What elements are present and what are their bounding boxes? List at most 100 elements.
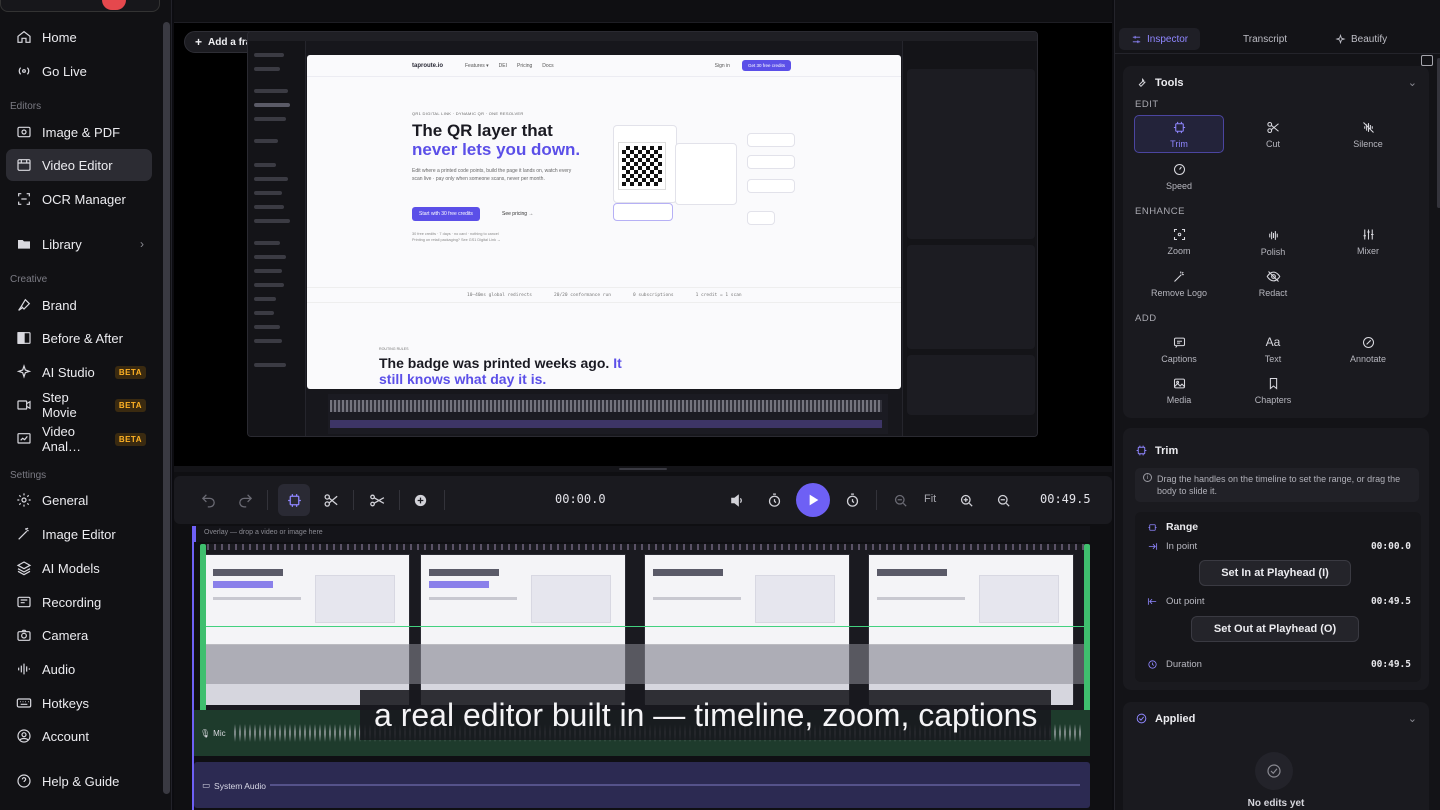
sidebar-item-go-live[interactable]: Go Live <box>6 55 152 87</box>
tool-polish[interactable]: Polish <box>1228 223 1318 261</box>
tool-mixer[interactable]: Mixer <box>1323 222 1413 260</box>
redo-button[interactable] <box>229 484 261 516</box>
layers-icon <box>16 560 32 576</box>
frame-sidebar <box>248 41 306 436</box>
sidebar-item-camera[interactable]: Camera <box>6 619 152 651</box>
webpage-kicker-2: ROUTING RULES <box>379 347 409 351</box>
section-label-settings: Settings <box>10 470 47 481</box>
tab-inspector[interactable]: Inspector <box>1119 28 1201 50</box>
zoom-in-button[interactable] <box>950 484 982 516</box>
applied-card: Applied ⌄ No edits yet <box>1123 702 1429 810</box>
tool-chapters[interactable]: Chapters <box>1228 371 1318 409</box>
zoom-to-selection-button[interactable] <box>987 484 1019 516</box>
tool-cut[interactable]: Cut <box>1228 115 1318 153</box>
captions-icon <box>1173 337 1185 348</box>
timeline-playhead[interactable] <box>192 526 194 810</box>
tab-transcript[interactable]: Transcript <box>1231 28 1299 50</box>
sidebar-item-video-editor[interactable]: Video Editor <box>6 149 152 181</box>
in-point-row: In point 00:00.0 <box>1147 541 1411 552</box>
sidebar-item-label: Help & Guide <box>42 773 120 789</box>
video-track[interactable] <box>200 544 1090 712</box>
sidebar-item-step-movie[interactable]: Step Movie BETA <box>6 389 152 421</box>
beta-badge: BETA <box>114 398 146 412</box>
sidebar-item-ocr-manager[interactable]: OCR Manager <box>6 183 152 215</box>
duration-row: Duration 00:49.5 <box>1147 659 1411 670</box>
sidebar-item-ai-models[interactable]: AI Models <box>6 552 152 584</box>
tool-redact[interactable]: Redact <box>1228 264 1318 302</box>
sidebar-item-ai-studio[interactable]: AI Studio BETA <box>6 356 152 388</box>
trim-selection-overlay <box>200 644 1090 684</box>
zoom-fit-button[interactable]: Fit <box>924 493 936 505</box>
sidebar-item-video-analysis[interactable]: Video Anal… BETA <box>6 423 152 455</box>
sidebar-item-label: AI Models <box>42 560 100 576</box>
tab-beautify[interactable]: Beautify <box>1323 28 1399 50</box>
zoom-out-button[interactable] <box>884 484 916 516</box>
overlay-track[interactable]: Overlay — drop a video or image here <box>194 526 1090 542</box>
sidebar-item-general[interactable]: General <box>6 484 152 516</box>
sidebar-item-label: Image Editor <box>42 526 116 542</box>
system-audio-track[interactable]: ▭ System Audio <box>194 762 1090 808</box>
sidebar-item-library[interactable]: Library › <box>6 228 152 260</box>
cut-tool-button[interactable] <box>315 484 347 516</box>
video-preview[interactable]: + Add a frame taproute.io Features ▾ DEI… <box>174 22 1112 466</box>
trim-out-handle[interactable] <box>1084 544 1090 712</box>
sidebar-item-label: Hotkeys <box>42 695 89 711</box>
split-clip-button[interactable] <box>361 484 393 516</box>
set-in-button[interactable]: Set In at Playhead (I) <box>1199 560 1351 586</box>
sidebar-item-account[interactable]: Account <box>6 720 152 752</box>
webpage-schedule-card <box>675 143 737 205</box>
chevron-right-icon: › <box>140 237 144 251</box>
trim-tool-button[interactable] <box>278 484 310 516</box>
play-button[interactable] <box>796 483 830 517</box>
skip-forward-button[interactable] <box>836 484 868 516</box>
trim-card: Trim i Drag the handles on the timeline … <box>1123 428 1429 690</box>
tool-annotate[interactable]: Annotate <box>1323 330 1413 368</box>
add-marker-button[interactable] <box>404 484 436 516</box>
sidebar-item-label: Video Anal… <box>42 424 82 454</box>
rewind-icon <box>768 492 780 507</box>
toolbar-divider <box>353 490 354 510</box>
chevron-down-icon[interactable]: ⌄ <box>1408 76 1417 89</box>
sidebar-item-audio[interactable]: Audio <box>6 653 152 685</box>
sidebar-item-recording[interactable]: Recording <box>6 586 152 618</box>
chevron-down-icon[interactable]: ⌄ <box>1408 712 1417 725</box>
frame-menubar <box>248 32 1037 41</box>
tool-text[interactable]: Aa Text <box>1228 330 1318 368</box>
tool-zoom[interactable]: Zoom <box>1134 222 1224 260</box>
microphone-icon: 🎙 <box>200 729 211 738</box>
tool-speed[interactable]: Speed <box>1134 157 1224 195</box>
panel-toggle-icon[interactable] <box>1421 55 1433 66</box>
sidebar-item-brand[interactable]: Brand <box>6 289 152 321</box>
wrench-icon <box>1138 77 1146 87</box>
tool-silence[interactable]: Silence <box>1323 115 1413 153</box>
tool-media[interactable]: Media <box>1134 371 1224 409</box>
volume-button[interactable] <box>721 484 753 516</box>
sidebar-item-image-pdf[interactable]: Image & PDF <box>6 116 152 148</box>
webpage-fine-line: Printing on retail packaging? See GS1 Di… <box>412 238 501 242</box>
plus-icon: + <box>195 35 203 49</box>
camera-icon <box>16 627 32 643</box>
tool-trim[interactable]: Trim <box>1134 115 1224 153</box>
skip-back-button[interactable] <box>758 484 790 516</box>
tool-captions[interactable]: Captions <box>1134 330 1224 368</box>
preview-resize-handle[interactable] <box>174 466 1112 472</box>
sidebar-scrollbar[interactable] <box>163 22 170 794</box>
gear-icon <box>16 492 32 508</box>
set-out-button[interactable]: Set Out at Playhead (O) <box>1191 616 1359 642</box>
tool-label: Mixer <box>1357 245 1379 256</box>
timeline[interactable]: Overlay — drop a video or image here 🎙 M… <box>194 526 1090 810</box>
sidebar-item-help[interactable]: Help & Guide <box>6 765 152 797</box>
trim-icon <box>287 493 301 507</box>
sidebar-item-label: Image & PDF <box>42 124 121 140</box>
sidebar-item-hotkeys[interactable]: Hotkeys <box>6 687 152 719</box>
beta-badge: BETA <box>114 432 146 446</box>
sidebar-item-before-after[interactable]: Before & After <box>6 322 152 354</box>
trim-in-handle[interactable] <box>200 544 206 712</box>
mic-label-text: Mic <box>213 729 226 738</box>
user-icon <box>16 728 32 744</box>
folder-icon <box>16 236 32 252</box>
tool-remove-logo[interactable]: Remove Logo <box>1134 264 1224 302</box>
undo-button[interactable] <box>192 484 224 516</box>
sidebar-item-home[interactable]: Home <box>6 21 152 53</box>
sidebar-item-image-editor[interactable]: Image Editor <box>6 518 152 550</box>
